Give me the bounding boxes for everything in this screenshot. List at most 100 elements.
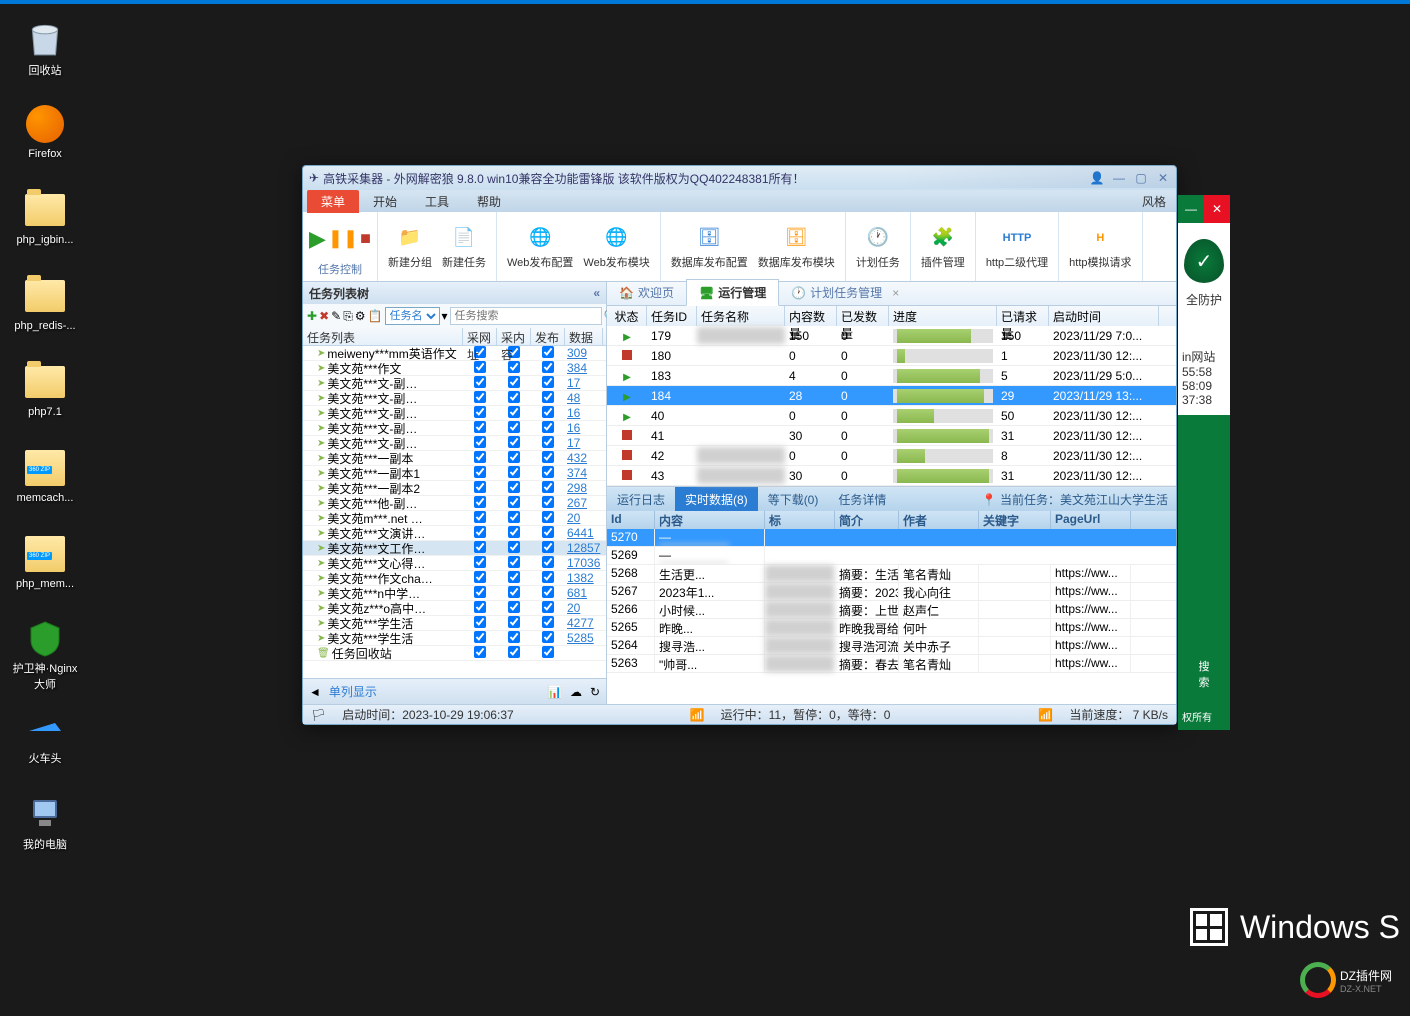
- menu-style[interactable]: 风格: [1142, 193, 1176, 210]
- data-link[interactable]: 12857: [565, 541, 603, 555]
- data-link[interactable]: 5285: [565, 631, 603, 645]
- menu-item[interactable]: 帮助: [463, 190, 515, 213]
- table-row[interactable]: 43网剩300312023/11/30 12:...: [607, 466, 1176, 486]
- checkbox[interactable]: [508, 586, 520, 598]
- checkbox[interactable]: [508, 541, 520, 553]
- checkbox[interactable]: [508, 511, 520, 523]
- data-link[interactable]: 17036: [565, 556, 603, 570]
- checkbox[interactable]: [508, 601, 520, 613]
- data-table[interactable]: Id 内容 标 简介 作者 关键字 PageUrl 5270—— 我们...李湘…: [607, 511, 1176, 704]
- desktop-icon-train[interactable]: 火车头: [10, 700, 80, 778]
- checkbox[interactable]: [508, 646, 520, 658]
- data-link[interactable]: 6441: [565, 526, 603, 540]
- desktop-icon-pc[interactable]: 我的电脑: [10, 786, 80, 864]
- checkbox[interactable]: [508, 571, 520, 583]
- minimize-icon[interactable]: —: [1178, 195, 1204, 223]
- checkbox[interactable]: [542, 646, 554, 658]
- subtab-realtime[interactable]: 实时数据(8): [675, 487, 758, 512]
- db-module-button[interactable]: 🗄数据库发布模块: [754, 222, 839, 272]
- titlebar[interactable]: — ✕: [1178, 195, 1230, 223]
- single-column-link[interactable]: 单列显示: [329, 683, 377, 700]
- checkbox[interactable]: [542, 421, 554, 433]
- checkbox[interactable]: [542, 436, 554, 448]
- table-row[interactable]: 5266小时候...摘要：上世...赵声仁https://ww...: [607, 601, 1176, 619]
- desktop-icon-firefox[interactable]: Firefox: [10, 98, 80, 176]
- pause-icon[interactable]: ❚❚: [328, 228, 358, 249]
- http-sim-button[interactable]: Hhttp模拟请求: [1065, 222, 1135, 272]
- table-row[interactable]: 5265昨晚...昨晚我哥给...何叶https://ww...: [607, 619, 1176, 637]
- data-link[interactable]: 17: [565, 376, 603, 390]
- checkbox[interactable]: [542, 376, 554, 388]
- desktop-icon-zip[interactable]: memcach...: [10, 442, 80, 520]
- checkbox[interactable]: [474, 586, 486, 598]
- dropdown-icon[interactable]: ▾: [442, 308, 448, 324]
- checkbox[interactable]: [474, 436, 486, 448]
- checkbox[interactable]: [542, 406, 554, 418]
- search-input[interactable]: [450, 307, 602, 325]
- checkbox[interactable]: [542, 496, 554, 508]
- checkbox[interactable]: [474, 646, 486, 658]
- table-row[interactable]: 42秒0082023/11/30 12:...: [607, 446, 1176, 466]
- desktop-icon-shield[interactable]: 护卫神·Nginx大师: [10, 614, 80, 692]
- data-link[interactable]: 1382: [565, 571, 603, 585]
- desktop-icon-folder[interactable]: php7.1: [10, 356, 80, 434]
- data-link[interactable]: 16: [565, 406, 603, 420]
- checkbox[interactable]: [542, 361, 554, 373]
- titlebar[interactable]: ✈高铁采集器 - 外网解密狼 9.8.0 win10兼容全功能雷锋版 该软件版权…: [303, 166, 1176, 190]
- checkbox[interactable]: [542, 541, 554, 553]
- tool-icon[interactable]: ⚙: [355, 308, 366, 324]
- data-link[interactable]: 267: [565, 496, 603, 510]
- tab-welcome[interactable]: 🏠欢迎页: [607, 280, 686, 305]
- checkbox[interactable]: [474, 391, 486, 403]
- checkbox[interactable]: [542, 391, 554, 403]
- checkbox[interactable]: [542, 571, 554, 583]
- checkbox[interactable]: [474, 421, 486, 433]
- checkbox[interactable]: [542, 466, 554, 478]
- menu-item[interactable]: 菜单: [307, 190, 359, 213]
- checkbox[interactable]: [542, 631, 554, 643]
- filter-select[interactable]: 任务名: [385, 307, 440, 325]
- checkbox[interactable]: [508, 376, 520, 388]
- desktop-icon-recycle[interactable]: 回收站: [10, 12, 80, 90]
- stop-icon[interactable]: ■: [360, 228, 371, 249]
- table-row[interactable]: 5263"帅哥...摘要：春去...笔名青灿https://ww...: [607, 655, 1176, 673]
- data-link[interactable]: 20: [565, 601, 603, 615]
- checkbox[interactable]: [474, 601, 486, 613]
- checkbox[interactable]: [542, 556, 554, 568]
- checkbox[interactable]: [542, 451, 554, 463]
- data-link[interactable]: 309: [565, 346, 603, 360]
- tab-running[interactable]: 🖥运行管理: [686, 279, 779, 306]
- table-row[interactable]: ▶184280292023/11/29 13:...: [607, 386, 1176, 406]
- copy-icon[interactable]: ⎘: [343, 308, 353, 324]
- desktop-icon-folder[interactable]: php_igbin...: [10, 184, 80, 262]
- tab-schedule[interactable]: 🕐计划任务管理×: [779, 280, 911, 305]
- menu-item[interactable]: 开始: [359, 190, 411, 213]
- checkbox[interactable]: [474, 466, 486, 478]
- data-link[interactable]: 384: [565, 361, 603, 375]
- play-icon[interactable]: ▶: [309, 226, 326, 252]
- checkbox[interactable]: [508, 391, 520, 403]
- tree-icon[interactable]: 📊: [547, 685, 562, 699]
- checkbox[interactable]: [474, 511, 486, 523]
- checkbox[interactable]: [474, 451, 486, 463]
- checkbox[interactable]: [508, 421, 520, 433]
- table-row[interactable]: 5269—— 深秋...秋水翁https://ww...: [607, 547, 1176, 565]
- checkbox[interactable]: [474, 541, 486, 553]
- checkbox[interactable]: [542, 616, 554, 628]
- table-row[interactable]: 52672023年1...摘要：2023...我心向往https://ww...: [607, 583, 1176, 601]
- checkbox[interactable]: [508, 616, 520, 628]
- checkbox[interactable]: [508, 556, 520, 568]
- data-link[interactable]: 20: [565, 511, 603, 525]
- table-row[interactable]: ▶1834052023/11/29 5:0...: [607, 366, 1176, 386]
- web-module-button[interactable]: 🌐Web发布模块: [579, 222, 653, 272]
- table-row[interactable]: ▶4000502023/11/30 12:...: [607, 406, 1176, 426]
- table-row[interactable]: 5270—— 我们...李湘莉https://ww...: [607, 529, 1176, 547]
- checkbox[interactable]: [474, 481, 486, 493]
- checkbox[interactable]: [542, 601, 554, 613]
- table-row[interactable]: 1800012023/11/30 12:...: [607, 346, 1176, 366]
- plugin-button[interactable]: 🧩插件管理: [917, 222, 969, 272]
- table-row[interactable]: 41300312023/11/30 12:...: [607, 426, 1176, 446]
- data-link[interactable]: 4277: [565, 616, 603, 630]
- checkbox[interactable]: [542, 346, 554, 358]
- checkbox[interactable]: [542, 526, 554, 538]
